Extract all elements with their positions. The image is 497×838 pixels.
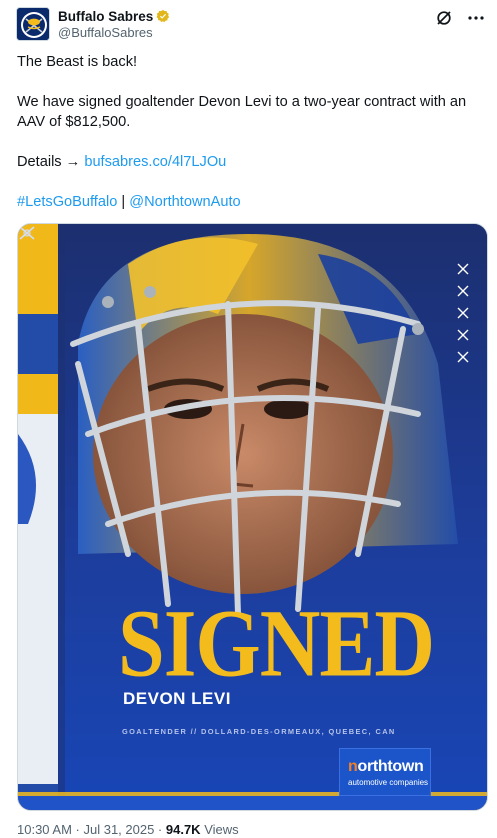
verified-badge-icon [156,9,170,23]
tag-separator: | [121,194,126,210]
post-line-2: We have signed goaltender Devon Levi to … [17,94,467,130]
handle[interactable]: @BuffaloSabres [58,25,153,40]
post-header: Buffalo Sabres @BuffaloSabres [16,7,485,43]
hashtag-link[interactable]: #LetsGoBuffalo [17,194,117,210]
views-label: Views [200,822,239,837]
details-label: Details → [17,154,81,170]
details-link[interactable]: bufsabres.co/4l7LJOu [84,154,226,170]
name-row: Buffalo Sabres [58,7,170,25]
mention-link[interactable]: @NorthtownAuto [129,194,240,210]
avatar[interactable] [16,7,50,41]
tags-line: #LetsGoBuffalo | @NorthtownAuto [17,192,483,212]
buffalo-swords-logo-icon [17,8,49,40]
more-icon[interactable] [467,9,485,27]
player-name: DEVON LEVI [123,689,231,708]
signed-headline: SIGNED [118,590,435,698]
post-meta: 10:30 AM · Jul 31, 2025 · 94.7K Views [17,822,239,837]
post-timestamp[interactable]: 10:30 AM · Jul 31, 2025 · [17,822,166,837]
views-count: 94.7K [165,822,201,837]
post-text: The Beast is back! We have signed goalte… [17,52,483,212]
post-line-1: The Beast is back! [17,54,138,70]
sponsor-logo: northtown automotive companies [339,748,431,796]
header-actions [435,9,485,27]
sponsor-subtitle: automotive companies [348,778,429,787]
post-image[interactable]: SIGNED DEVON LEVI GOALTENDER // DOLLARD-… [17,223,488,811]
crossed-sticks-icon [19,226,35,240]
position-line: GOALTENDER // DOLLARD-DES-ORMEAUX, QUEBE… [122,727,396,736]
goalie-mask-photo [18,224,487,810]
grok-icon[interactable] [435,9,453,27]
display-name[interactable]: Buffalo Sabres [58,9,153,24]
details-line: Details → bufsabres.co/4l7LJOu [17,152,483,172]
sponsor-brand: northtown [348,758,424,775]
